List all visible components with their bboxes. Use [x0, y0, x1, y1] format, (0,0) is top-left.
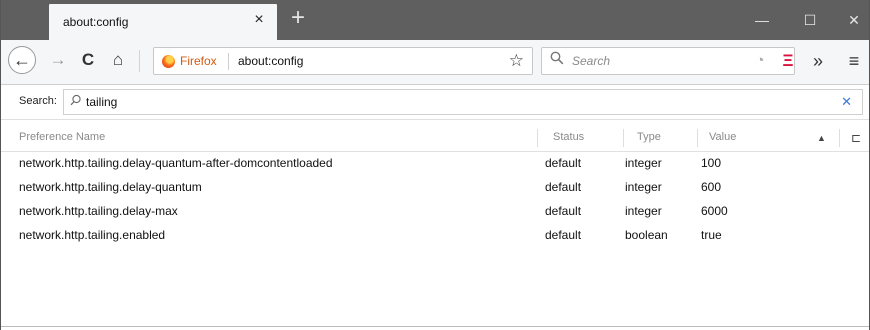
- config-search-input[interactable]: tailing ✕: [63, 89, 863, 115]
- toolbar-divider: [139, 50, 140, 72]
- column-divider[interactable]: [537, 129, 538, 147]
- pref-name: network.http.tailing.delay-quantum-after…: [19, 156, 333, 170]
- pref-type: integer: [625, 156, 662, 170]
- url-separator: [228, 53, 229, 70]
- pref-status: default: [545, 156, 582, 170]
- title-bar: about:config × + — ☐ ✕: [1, 0, 869, 40]
- close-window-button[interactable]: ✕: [839, 10, 869, 30]
- table-header: Preference Name Status Type Value ▲ ⊏: [1, 125, 869, 152]
- pref-status: default: [545, 180, 582, 194]
- search-icon: [550, 51, 564, 69]
- sort-ascending-icon[interactable]: ▲: [817, 133, 826, 143]
- column-header-name[interactable]: Preference Name: [19, 131, 105, 143]
- pref-value: 600: [701, 180, 722, 194]
- hamburger-menu-icon[interactable]: ≡: [843, 50, 865, 72]
- forward-button[interactable]: →: [47, 49, 69, 71]
- tab-about-config[interactable]: about:config ×: [49, 4, 277, 40]
- column-picker-icon[interactable]: ⊏: [851, 131, 861, 145]
- pref-type: integer: [625, 180, 662, 194]
- maximize-button[interactable]: ☐: [795, 10, 825, 30]
- back-button[interactable]: ←: [8, 46, 36, 74]
- column-divider[interactable]: [623, 129, 624, 147]
- url-text[interactable]: about:config: [238, 54, 303, 68]
- table-row[interactable]: network.http.tailing.delay-quantum-after…: [1, 152, 869, 176]
- browser-window: about:config × + — ☐ ✕ ← → C ⌂ Firefox a…: [0, 0, 870, 330]
- pref-value: 6000: [701, 204, 728, 218]
- minimize-button[interactable]: —: [747, 10, 777, 30]
- pref-type: integer: [625, 204, 662, 218]
- url-brand-label: Firefox: [180, 54, 217, 68]
- pref-name: network.http.tailing.delay-max: [19, 204, 178, 218]
- reload-button[interactable]: C: [77, 49, 99, 71]
- config-search-row: Search: tailing ✕: [1, 85, 869, 120]
- tab-label: about:config: [63, 15, 129, 29]
- reading-list-icon[interactable]: Ξ: [777, 50, 799, 72]
- table-row[interactable]: network.http.tailing.delay-quantum defau…: [1, 176, 869, 200]
- navigation-toolbar: ← → C ⌂ Firefox about:config ☆ Search ◔ …: [1, 40, 869, 85]
- column-header-type[interactable]: Type: [637, 131, 661, 143]
- pref-value: true: [701, 228, 722, 242]
- column-divider[interactable]: [839, 129, 840, 147]
- overflow-menu-icon[interactable]: »: [807, 50, 829, 72]
- firefox-logo-icon: [162, 55, 175, 68]
- home-button[interactable]: ⌂: [107, 49, 129, 71]
- pref-status: default: [545, 228, 582, 242]
- pref-name: network.http.tailing.enabled: [19, 228, 166, 242]
- pref-status: default: [545, 204, 582, 218]
- tab-close-icon[interactable]: ×: [251, 12, 267, 28]
- pref-name: network.http.tailing.delay-quantum: [19, 180, 202, 194]
- clear-search-icon[interactable]: ✕: [841, 94, 852, 110]
- table-row[interactable]: network.http.tailing.enabled default boo…: [1, 224, 869, 248]
- config-search-label: Search:: [19, 95, 57, 107]
- new-tab-button[interactable]: +: [285, 6, 311, 32]
- column-header-status[interactable]: Status: [553, 131, 584, 143]
- column-divider[interactable]: [697, 129, 698, 147]
- url-bar[interactable]: Firefox about:config ☆: [153, 47, 533, 75]
- table-row[interactable]: network.http.tailing.delay-max default i…: [1, 200, 869, 224]
- rss-icon[interactable]: ◔: [749, 50, 771, 72]
- search-placeholder: Search: [572, 54, 611, 68]
- back-arrow-icon: ←: [13, 50, 31, 70]
- bookmark-star-icon[interactable]: ☆: [509, 51, 524, 71]
- column-header-value[interactable]: Value: [709, 131, 736, 143]
- pref-type: boolean: [625, 228, 668, 242]
- pref-value: 100: [701, 156, 722, 170]
- filter-search-icon: [70, 94, 82, 109]
- preferences-table: Preference Name Status Type Value ▲ ⊏ ne…: [1, 120, 869, 327]
- config-search-value: tailing: [86, 95, 118, 109]
